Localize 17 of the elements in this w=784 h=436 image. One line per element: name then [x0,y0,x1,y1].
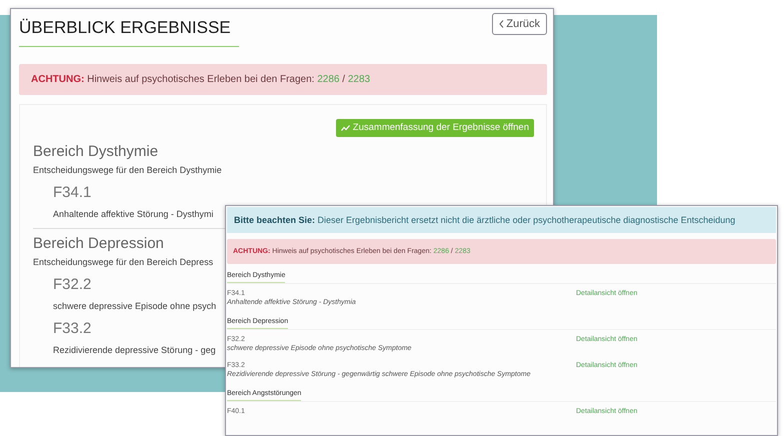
diagnosis-description: Anhaltende affektive Störung - Dysthymi [53,208,214,220]
section-title: Bereich Dysthymie [33,143,158,161]
diagnosis-description: Rezidivierende depressive Störung - geg [53,344,216,356]
warning-alert: ACHTUNG: Hinweis auf psychotisches Erleben bei den Fragen: 2286 / 2283 [19,64,547,95]
diagnosis-code: F32.2 [53,276,92,294]
diagnosis-code: F34.1 [53,184,92,202]
section-title: Bereich Depression [33,235,164,253]
section-subtitle: Entscheidungswege für den Bereich Dysthymie [33,164,222,176]
summary-button[interactable]: Zusammenfassung der Ergebnisse öffnen [336,119,534,137]
chevron-left-icon [499,20,504,28]
back-button[interactable]: Zurück [492,13,547,35]
diagnosis-description: schwere depressive Episode ohne psych [53,300,216,312]
page-title: ÜBERBLICK ERGEBNISSE [19,13,239,47]
diagnosis-code: F33.2 [53,320,92,338]
trend-line-icon [340,125,350,131]
section-subtitle: Entscheidungswege für den Bereich Depress [33,256,214,268]
notice-banner: Bitte beachten Sie: Dieser Ergebnisbericht ersetzt nicht die ärztliche oder psychotherapeutische diagnostische Entscheidung [227,207,776,233]
